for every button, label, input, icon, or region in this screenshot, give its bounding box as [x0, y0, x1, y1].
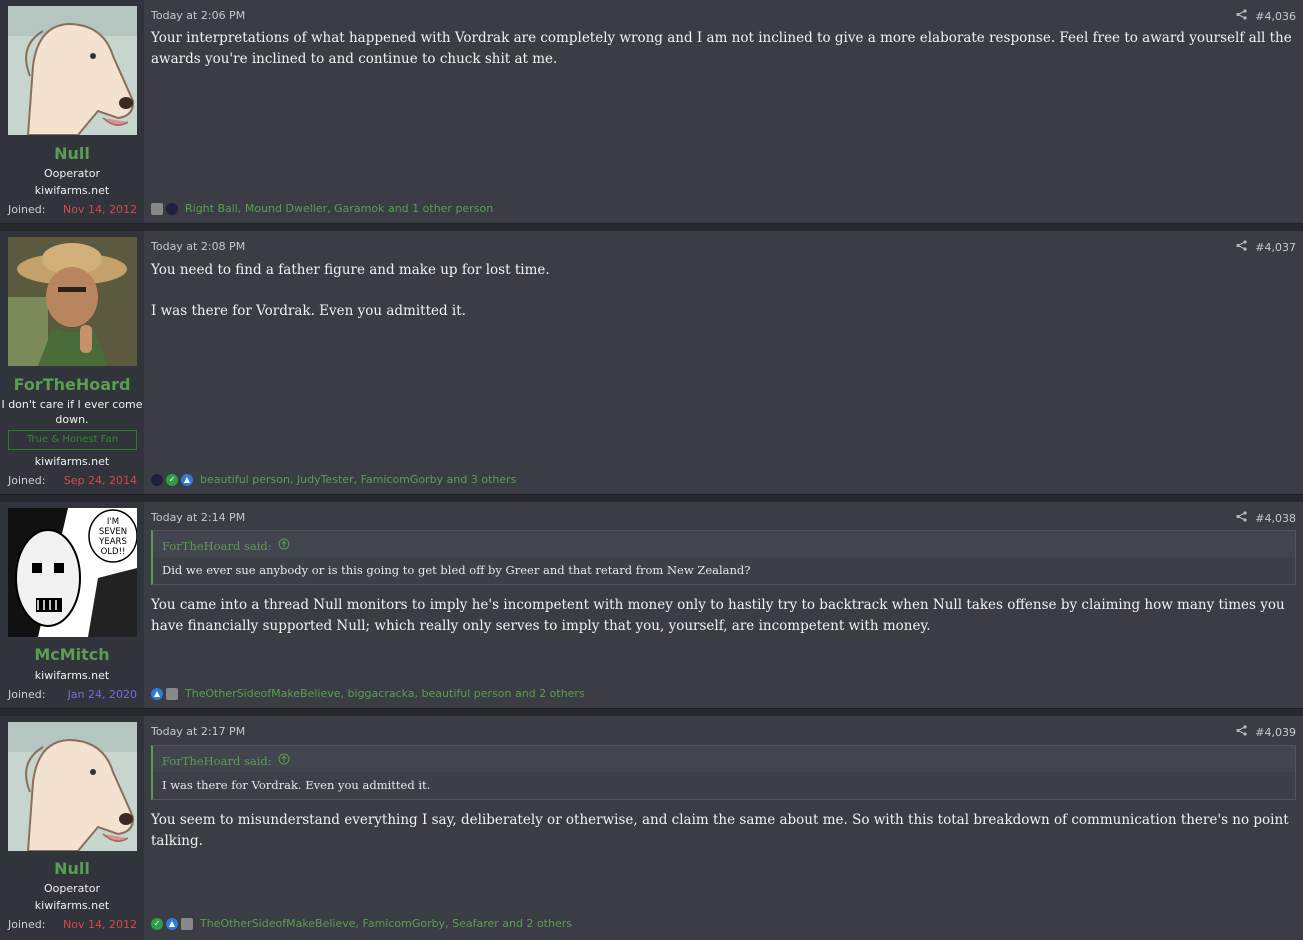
username[interactable]: ForTheHoard: [0, 375, 144, 394]
user-panel: I'M SEVEN YEARS OLD!! McMitch kiwifarms.…: [0, 502, 144, 708]
joined-row: Joined: Nov 14, 2012: [8, 203, 137, 216]
reactions-text[interactable]: beautiful person, JudyTester, FamicomGor…: [200, 473, 516, 486]
post-number[interactable]: #4,036: [1255, 10, 1296, 23]
user-title: Ooperator: [44, 167, 100, 180]
post-time[interactable]: Today at 2:17 PM: [151, 725, 245, 738]
joined-row: Joined: Sep 24, 2014: [8, 474, 137, 487]
joined-label: Joined:: [8, 918, 46, 931]
svg-text:YEARS: YEARS: [98, 537, 127, 547]
post-time[interactable]: Today at 2:06 PM: [151, 9, 245, 22]
trash-reaction-icon: [166, 687, 178, 700]
user-site: kiwifarms.net: [34, 899, 110, 912]
trash-reaction-icon: [181, 917, 193, 930]
user-site: kiwifarms.net: [34, 455, 110, 468]
post: I'M SEVEN YEARS OLD!! McMitch kiwifarms.…: [0, 502, 1303, 709]
post-paragraph: I was there for Vordrak. Even you admitt…: [151, 303, 466, 319]
post-body: Your interpretations of what happened wi…: [151, 28, 1293, 90]
post-number-area: #4,039: [1236, 725, 1296, 739]
reactions-text[interactable]: TheOtherSideofMakeBelieve, FamicomGorby,…: [200, 917, 572, 930]
reactions-text[interactable]: TheOtherSideofMakeBelieve, biggacracka, …: [185, 687, 585, 700]
reactions-bar[interactable]: Right Ball, Mound Dweller, Garamok and 1…: [151, 202, 493, 215]
check-reaction-icon: ✓: [151, 917, 163, 930]
post-body: You seem to misunderstand everything I s…: [151, 810, 1293, 872]
post-main: Today at 2:06 PM #4,036 Your interpretat…: [144, 0, 1303, 223]
joined-date: Nov 14, 2012: [63, 203, 137, 216]
post-main: Today at 2:14 PM #4,038 ForTheHoard said…: [144, 502, 1303, 708]
post-number[interactable]: #4,039: [1255, 726, 1296, 739]
post-body: You need to find a father figure and mak…: [151, 260, 1293, 342]
post-paragraph: You came into a thread Null monitors to …: [151, 597, 1285, 634]
arrow-up-circle-icon[interactable]: [278, 753, 290, 768]
user-title: Ooperator: [44, 882, 100, 895]
joined-row: Joined: Jan 24, 2020: [8, 688, 137, 701]
quote-author[interactable]: ForTheHoard said:: [162, 539, 272, 553]
joined-label: Joined:: [8, 474, 46, 487]
post-main: Today at 2:17 PM #4,039 ForTheHoard said…: [144, 716, 1303, 940]
post-main: Today at 2:08 PM #4,037 You need to find…: [144, 231, 1303, 494]
post-paragraph: You seem to misunderstand everything I s…: [151, 812, 1289, 849]
quote-text: Did we ever sue anybody or is this going…: [153, 557, 1295, 584]
quote-header[interactable]: ForTheHoard said:: [153, 531, 1295, 557]
reactions-bar[interactable]: ✓ ▲ TheOtherSideofMakeBelieve, FamicomGo…: [151, 917, 572, 930]
joined-date: Nov 14, 2012: [63, 918, 137, 931]
post-number[interactable]: #4,038: [1255, 512, 1296, 525]
check-reaction-icon: ✓: [166, 473, 178, 486]
joined-label: Joined:: [8, 688, 46, 701]
hat-reaction-icon: [166, 202, 178, 215]
hat-reaction-icon: [151, 473, 163, 486]
user-site: kiwifarms.net: [34, 184, 110, 197]
post-paragraph: You need to find a father figure and mak…: [151, 262, 550, 278]
post: Null Ooperator kiwifarms.net Joined: Nov…: [0, 0, 1303, 224]
joined-label: Joined:: [8, 203, 46, 216]
share-icon[interactable]: [1236, 240, 1247, 254]
post-number-area: #4,036: [1236, 9, 1296, 23]
share-icon[interactable]: [1236, 725, 1247, 739]
user-panel: Null Ooperator kiwifarms.net Joined: Nov…: [0, 716, 144, 940]
quote-header[interactable]: ForTheHoard said:: [153, 746, 1295, 772]
quote-block: ForTheHoard said: I was there for Vordra…: [151, 745, 1296, 800]
thumbs-up-reaction-icon: ▲: [151, 687, 163, 700]
username[interactable]: Null: [0, 859, 144, 878]
joined-row: Joined: Nov 14, 2012: [8, 918, 137, 931]
post-body: You came into a thread Null monitors to …: [151, 595, 1293, 657]
post-number-area: #4,037: [1236, 240, 1296, 254]
post-number[interactable]: #4,037: [1255, 241, 1296, 254]
trash-reaction-icon: [151, 202, 163, 215]
joined-date: Sep 24, 2014: [63, 474, 137, 487]
svg-text:I'M: I'M: [107, 517, 119, 527]
share-icon[interactable]: [1236, 511, 1247, 525]
quote-author[interactable]: ForTheHoard said:: [162, 754, 272, 768]
reactions-bar[interactable]: ✓ ▲ beautiful person, JudyTester, Famico…: [151, 473, 516, 486]
thumbs-up-reaction-icon: ▲: [166, 917, 178, 930]
avatar[interactable]: [8, 722, 137, 851]
post-number-area: #4,038: [1236, 511, 1296, 525]
username[interactable]: McMitch: [0, 645, 144, 664]
post-time[interactable]: Today at 2:08 PM: [151, 240, 245, 253]
avatar[interactable]: [8, 237, 137, 366]
joined-date: Jan 24, 2020: [67, 688, 137, 701]
user-panel: ForTheHoard I don't care if I ever come …: [0, 231, 144, 494]
user-title: I don't care if I ever come down.: [1, 398, 143, 426]
user-panel: Null Ooperator kiwifarms.net Joined: Nov…: [0, 0, 144, 223]
thumbs-up-reaction-icon: ▲: [181, 473, 193, 486]
post: ForTheHoard I don't care if I ever come …: [0, 231, 1303, 495]
reactions-bar[interactable]: ▲ TheOtherSideofMakeBelieve, biggacracka…: [151, 687, 585, 700]
post-time[interactable]: Today at 2:14 PM: [151, 511, 245, 524]
avatar[interactable]: I'M SEVEN YEARS OLD!!: [8, 508, 137, 637]
user-site: kiwifarms.net: [34, 669, 110, 682]
username[interactable]: Null: [0, 144, 144, 163]
post: Null Ooperator kiwifarms.net Joined: Nov…: [0, 716, 1303, 940]
avatar[interactable]: [8, 6, 137, 135]
svg-text:SEVEN: SEVEN: [99, 527, 127, 537]
quote-block: ForTheHoard said: Did we ever sue anybod…: [151, 530, 1296, 585]
share-icon[interactable]: [1236, 9, 1247, 23]
svg-text:OLD!!: OLD!!: [101, 547, 126, 557]
post-paragraph: Your interpretations of what happened wi…: [151, 30, 1292, 67]
reactions-text[interactable]: Right Ball, Mound Dweller, Garamok and 1…: [185, 202, 493, 215]
arrow-up-circle-icon[interactable]: [278, 538, 290, 553]
quote-text: I was there for Vordrak. Even you admitt…: [153, 772, 1295, 799]
user-banner: True & Honest Fan: [8, 430, 137, 450]
